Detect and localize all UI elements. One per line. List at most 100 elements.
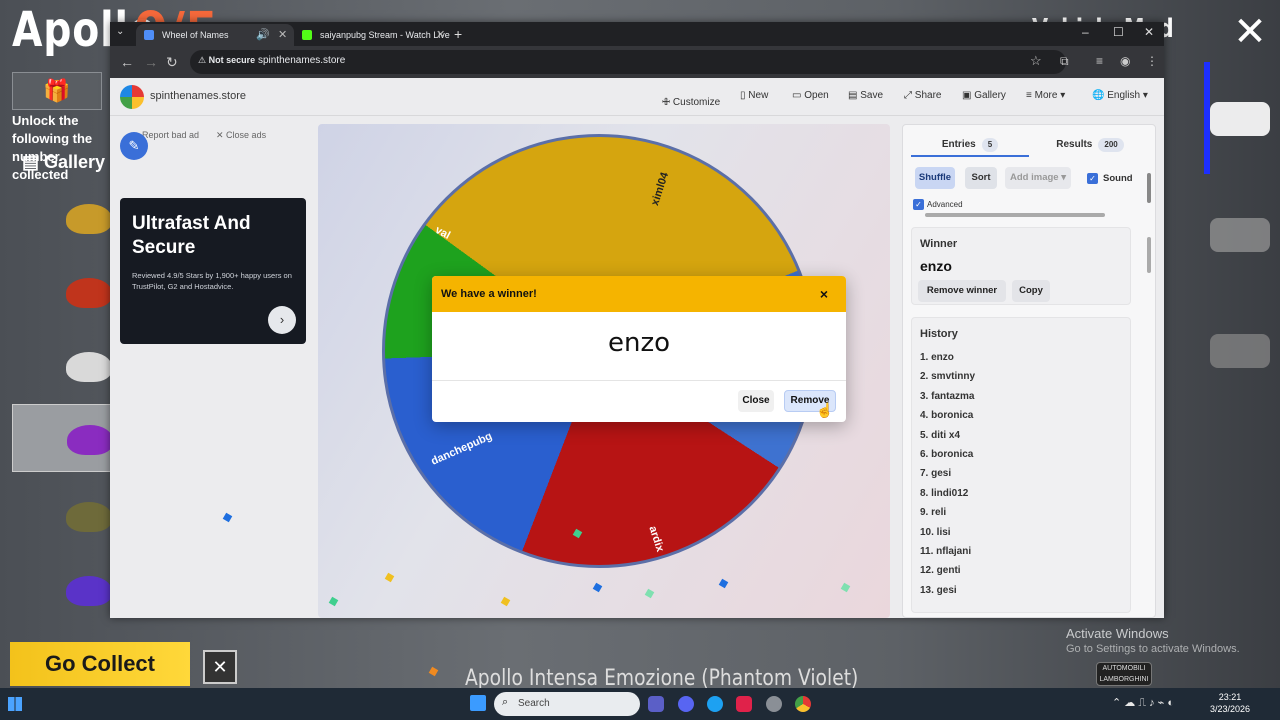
list-item: 12. genti (920, 565, 961, 577)
results-count-badge: 200 (1098, 138, 1124, 152)
tab-search-icon[interactable]: ⌄ (116, 26, 124, 37)
car-thumbnail[interactable] (66, 502, 112, 532)
chevron-down-icon: ▾ (1140, 90, 1148, 101)
remove-winner-button[interactable]: Remove winner (918, 280, 1006, 302)
history-card: History 1. enzo 2. smvtinny 3. fantazma … (911, 317, 1131, 613)
clock[interactable]: 23:21 3/23/2026 (1206, 691, 1254, 715)
tab-label: Results (1056, 139, 1093, 150)
winner-card: Winner enzo Remove winner Copy (911, 227, 1131, 305)
tab-results[interactable]: Results 200 (1031, 133, 1149, 157)
tab-wheel-of-names[interactable]: Wheel of Names 🔊 ✕ (136, 24, 294, 46)
nav-gallery[interactable]: ▣ Gallery (962, 90, 1006, 101)
new-tab-icon[interactable]: + (454, 24, 462, 44)
task-view-icon[interactable] (8, 697, 22, 711)
confetti (592, 582, 603, 593)
maximize-icon[interactable]: ☐ (1113, 25, 1124, 39)
car-thumbnail[interactable] (66, 204, 112, 234)
close-button[interactable]: Close (738, 390, 774, 412)
reload-icon[interactable]: ↻ (166, 52, 178, 72)
nav-label: More (1034, 90, 1058, 101)
nav-label: English (1107, 90, 1141, 101)
browser-menu-icon[interactable]: ⋮ (1146, 54, 1158, 68)
browser-app-icon[interactable] (707, 696, 723, 712)
add-image-button[interactable]: Add image ▾ (1005, 167, 1071, 189)
tab-audio-icon[interactable]: 🔊 (256, 24, 270, 46)
chat-app-icon[interactable] (648, 696, 664, 712)
nav-language[interactable]: 🌐 English ▾ (1092, 90, 1148, 101)
nav-more[interactable]: ≡ More ▾ (1026, 90, 1065, 101)
security-indicator[interactable]: ⚠ Not secure (198, 55, 255, 66)
tab-strip: ⌄ Wheel of Names 🔊 ✕ saiyanpubg Stream -… (110, 22, 1164, 46)
nav-new[interactable]: ▯ New (740, 90, 768, 101)
browser-toolbar: ← → ↻ ⚠ Not secure spinthenames.store ☆ … (110, 46, 1164, 78)
copy-button[interactable]: Copy (1012, 280, 1050, 302)
car-thumbnail-selected[interactable] (12, 404, 113, 472)
edit-pencil-icon[interactable]: ✎ (120, 132, 148, 160)
nav-save[interactable]: ▤ Save (848, 90, 883, 101)
vertical-scrollbar[interactable] (1147, 237, 1151, 273)
vertical-scrollbar[interactable] (1147, 173, 1151, 203)
sort-button[interactable]: Sort (965, 167, 997, 189)
winner-name: enzo (607, 328, 671, 358)
nav-share[interactable]: ⤢ Share (904, 90, 941, 101)
extensions-icon[interactable]: ⧉ (1060, 54, 1069, 69)
site-logo[interactable] (120, 85, 144, 109)
horizontal-scrollbar[interactable] (925, 213, 1105, 217)
media-icon[interactable]: ≡ (1096, 54, 1103, 68)
tab-stream[interactable]: saiyanpubg Stream - Watch Live ✕ (294, 24, 452, 46)
tools-icon[interactable]: ✕ (203, 650, 237, 684)
nav-label: Save (860, 90, 884, 101)
car-mod-icon[interactable] (1210, 334, 1270, 368)
back-icon[interactable]: ← (120, 52, 134, 72)
close-icon[interactable]: × (814, 284, 834, 304)
sound-label: Sound (1103, 173, 1133, 184)
tab-close-icon[interactable]: ✕ (278, 24, 287, 46)
report-ad-link[interactable]: Report bad ad (142, 130, 199, 140)
game-gallery-button[interactable]: ▤ Gallery (22, 152, 105, 173)
settings-icon[interactable] (766, 696, 782, 712)
windows-start-icon[interactable] (470, 695, 486, 711)
profile-icon[interactable]: ◉ (1120, 54, 1130, 68)
taskbar-search[interactable]: ⌕ Search (494, 692, 640, 716)
car-thumbnail[interactable] (66, 576, 112, 606)
chevron-right-icon[interactable]: › (268, 306, 296, 334)
system-tray[interactable]: ⌃ ☁ ⎍ ♪ ⌁ ◐ (1112, 696, 1174, 710)
minimize-icon[interactable]: – (1082, 25, 1089, 39)
chrome-icon[interactable] (795, 696, 811, 712)
wheel-label: ximl04 (649, 170, 672, 208)
ad-card[interactable]: Ultrafast And Secure Reviewed 4.9/5 Star… (120, 198, 306, 344)
list-item: 4. boronica (920, 410, 974, 422)
shuffle-button[interactable]: Shuffle (915, 167, 955, 189)
url-text[interactable]: spinthenames.store (258, 55, 345, 66)
date-text: 3/23/2026 (1209, 704, 1251, 714)
window-close-icon[interactable]: ✕ (1144, 25, 1154, 39)
tab-entries[interactable]: Entries 5 (911, 133, 1029, 157)
bookmark-star-icon[interactable]: ☆ (1030, 53, 1042, 69)
car-mod-icon[interactable] (1210, 218, 1270, 252)
gift-icon[interactable]: 🎁 (12, 72, 102, 110)
advanced-checkbox[interactable]: ✓ (913, 199, 924, 210)
list-item: 2. smvtinny (920, 371, 976, 383)
car-thumbnail[interactable] (66, 278, 112, 308)
confetti (840, 582, 851, 593)
game-gallery-label: Gallery (44, 152, 106, 172)
close-ads-link[interactable]: ✕ Close ads (216, 130, 266, 141)
car-mod-icon[interactable] (1210, 102, 1270, 136)
discord-icon[interactable] (678, 696, 694, 712)
address-bar[interactable]: ⚠ Not secure spinthenames.store ☆ (190, 50, 1066, 74)
ad-text: Reviewed 4.9/5 Stars by 1,900+ happy use… (132, 271, 292, 291)
activate-windows-subtitle: Go to Settings to activate Windows. (1066, 643, 1240, 655)
confetti (500, 596, 511, 607)
list-item: 8. lindi012 (920, 487, 969, 499)
car-thumbnail[interactable] (66, 352, 112, 382)
sound-checkbox[interactable]: ✓ (1087, 173, 1098, 184)
game-close-icon[interactable]: ✕ (1228, 10, 1272, 54)
go-collect-button[interactable]: Go Collect (10, 642, 190, 686)
site-name[interactable]: spinthenames.store (150, 90, 246, 102)
nav-customize[interactable]: 🜋 Customize (662, 90, 720, 111)
forward-icon[interactable]: → (144, 52, 158, 72)
confetti (718, 578, 729, 589)
tiktok-icon[interactable] (736, 696, 752, 712)
tab-close-icon[interactable]: ✕ (436, 24, 445, 46)
nav-open[interactable]: ▭ Open (792, 90, 829, 101)
